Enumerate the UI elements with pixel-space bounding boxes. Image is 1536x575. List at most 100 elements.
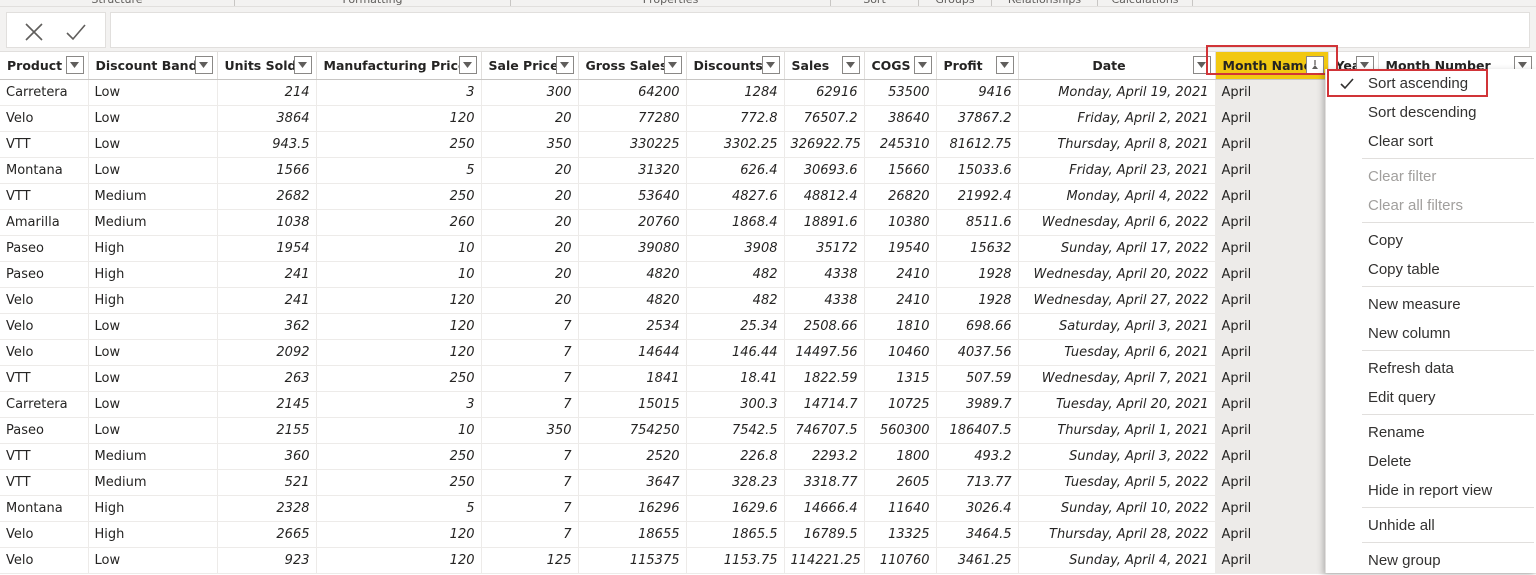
table-cell[interactable]: 115375 — [578, 547, 687, 574]
menu-item-clear-filter[interactable]: Clear filter — [1326, 162, 1536, 191]
table-cell[interactable]: 1810 — [864, 313, 937, 340]
table-cell[interactable]: 1928 — [936, 261, 1019, 288]
table-cell[interactable]: Wednesday, April 27, 2022 — [1018, 287, 1216, 314]
table-cell[interactable]: Tuesday, April 20, 2021 — [1018, 391, 1216, 418]
table-cell[interactable]: Friday, April 2, 2021 — [1018, 105, 1216, 132]
table-cell[interactable]: April — [1215, 339, 1329, 366]
table-cell[interactable]: Amarilla — [0, 209, 89, 236]
table-cell[interactable]: 10380 — [864, 209, 937, 236]
table-cell[interactable]: 10 — [316, 235, 482, 262]
menu-item-edit-query[interactable]: Edit query — [1326, 383, 1536, 412]
table-cell[interactable]: 18655 — [578, 521, 687, 548]
table-cell[interactable]: 20 — [481, 235, 579, 262]
table-row[interactable]: Paseo High 1954 10 20 39080 3908 35172 19540 1563… — [0, 235, 1536, 262]
menu-item-rename[interactable]: Rename — [1326, 418, 1536, 447]
menu-item-new-group[interactable]: New group — [1326, 546, 1536, 575]
table-cell[interactable]: Wednesday, April 7, 2021 — [1018, 365, 1216, 392]
table-row[interactable]: Velo Low 2092 120 7 14644 146.44 14497.56 10460 4… — [0, 339, 1536, 366]
menu-item-sort-ascending[interactable]: Sort ascending — [1326, 69, 1536, 98]
table-cell[interactable]: 53500 — [864, 79, 937, 106]
menu-item-delete[interactable]: Delete — [1326, 447, 1536, 476]
table-cell[interactable]: 328.23 — [686, 469, 785, 496]
table-cell[interactable]: Thursday, April 28, 2022 — [1018, 521, 1216, 548]
table-cell[interactable]: 19540 — [864, 235, 937, 262]
table-row[interactable]: VTT Medium 521 250 7 3647 328.23 3318.77 2605 713… — [0, 469, 1536, 496]
menu-item-clear-sort[interactable]: Clear sort — [1326, 127, 1536, 156]
table-row[interactable]: Carretera Low 214 3 300 64200 1284 62916 53500 94… — [0, 79, 1536, 106]
table-cell[interactable]: 76507.2 — [784, 105, 865, 132]
table-cell[interactable]: 7542.5 — [686, 417, 785, 444]
table-cell[interactable]: 114221.25 — [784, 547, 865, 574]
table-cell[interactable]: 3461.25 — [936, 547, 1019, 574]
table-cell[interactable]: 923 — [217, 547, 317, 574]
table-cell[interactable]: 250 — [316, 443, 482, 470]
table-row[interactable]: VTT Medium 360 250 7 2520 226.8 2293.2 1800 493.2… — [0, 443, 1536, 470]
column-header-discounts[interactable]: Discounts — [686, 52, 785, 80]
table-cell[interactable]: 14666.4 — [784, 495, 865, 522]
column-header-gross-sales[interactable]: Gross Sales — [578, 52, 687, 80]
table-cell[interactable]: April — [1215, 391, 1329, 418]
table-cell[interactable]: 20 — [481, 209, 579, 236]
table-cell[interactable]: 2328 — [217, 495, 317, 522]
table-cell[interactable]: 39080 — [578, 235, 687, 262]
column-header-manufacturing-price[interactable]: Manufacturing Price — [316, 52, 482, 80]
table-cell[interactable]: 4338 — [784, 287, 865, 314]
table-cell[interactable]: April — [1215, 131, 1329, 158]
table-cell[interactable]: 110760 — [864, 547, 937, 574]
table-cell[interactable]: 15632 — [936, 235, 1019, 262]
table-cell[interactable]: Sunday, April 4, 2021 — [1018, 547, 1216, 574]
table-cell[interactable]: April — [1215, 443, 1329, 470]
table-cell[interactable]: Friday, April 23, 2021 — [1018, 157, 1216, 184]
table-cell[interactable]: April — [1215, 157, 1329, 184]
column-header-sales[interactable]: Sales — [784, 52, 865, 80]
table-cell[interactable]: Velo — [0, 313, 89, 340]
table-cell[interactable]: 20 — [481, 261, 579, 288]
table-cell[interactable]: 2410 — [864, 287, 937, 314]
table-cell[interactable]: 2682 — [217, 183, 317, 210]
table-cell[interactable]: Velo — [0, 105, 89, 132]
table-cell[interactable]: 1865.5 — [686, 521, 785, 548]
table-cell[interactable]: 7 — [481, 469, 579, 496]
table-cell[interactable]: Saturday, April 3, 2021 — [1018, 313, 1216, 340]
table-cell[interactable]: 2145 — [217, 391, 317, 418]
table-cell[interactable]: 18891.6 — [784, 209, 865, 236]
table-cell[interactable]: 3989.7 — [936, 391, 1019, 418]
table-cell[interactable]: 120 — [316, 521, 482, 548]
table-cell[interactable]: Paseo — [0, 235, 89, 262]
table-cell[interactable]: 1566 — [217, 157, 317, 184]
table-cell[interactable]: 300 — [481, 79, 579, 106]
table-cell[interactable]: 20 — [481, 287, 579, 314]
table-cell[interactable]: 521 — [217, 469, 317, 496]
table-cell[interactable]: 250 — [316, 365, 482, 392]
table-cell[interactable]: 2534 — [578, 313, 687, 340]
table-cell[interactable]: 14644 — [578, 339, 687, 366]
table-row[interactable]: Montana Low 1566 5 20 31320 626.4 30693.6 15660 1… — [0, 157, 1536, 184]
table-cell[interactable]: April — [1215, 79, 1329, 106]
table-cell[interactable]: 120 — [316, 313, 482, 340]
table-cell[interactable]: 1954 — [217, 235, 317, 262]
table-cell[interactable]: Low — [88, 391, 218, 418]
filter-dropdown-icon[interactable] — [1305, 56, 1324, 75]
table-cell[interactable]: Wednesday, April 6, 2022 — [1018, 209, 1216, 236]
filter-dropdown-icon[interactable] — [1192, 56, 1211, 75]
table-cell[interactable]: 13325 — [864, 521, 937, 548]
formula-input[interactable] — [110, 12, 1530, 48]
table-cell[interactable]: 20 — [481, 157, 579, 184]
table-cell[interactable]: April — [1215, 105, 1329, 132]
table-cell[interactable]: 7 — [481, 495, 579, 522]
table-cell[interactable]: 14714.7 — [784, 391, 865, 418]
table-cell[interactable]: 18.41 — [686, 365, 785, 392]
table-cell[interactable]: 20 — [481, 183, 579, 210]
check-icon[interactable] — [65, 21, 87, 43]
table-cell[interactable]: 3864 — [217, 105, 317, 132]
table-cell[interactable]: Low — [88, 313, 218, 340]
menu-item-copy-table[interactable]: Copy table — [1326, 255, 1536, 284]
table-cell[interactable]: 360 — [217, 443, 317, 470]
table-cell[interactable]: 15015 — [578, 391, 687, 418]
table-cell[interactable]: 53640 — [578, 183, 687, 210]
table-cell[interactable]: 5 — [316, 157, 482, 184]
table-cell[interactable]: Velo — [0, 287, 89, 314]
column-header-month-name[interactable]: Month Name — [1215, 52, 1329, 80]
table-cell[interactable]: 326922.75 — [784, 131, 865, 158]
table-cell[interactable]: Low — [88, 417, 218, 444]
